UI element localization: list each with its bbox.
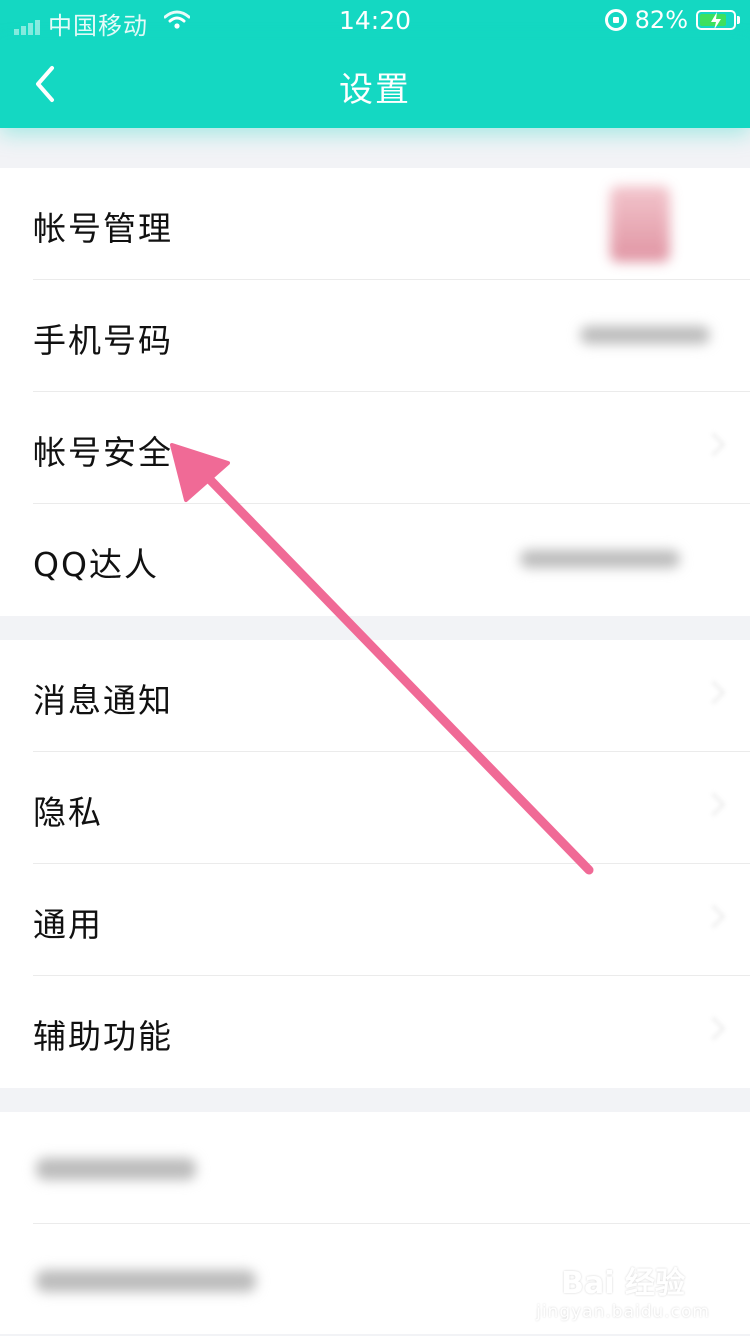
watermark: Bai 经验 jingyan.baidu.com bbox=[536, 1258, 710, 1322]
settings-group-general: 消息通知 隐私 通用 辅助功能 bbox=[0, 640, 750, 1088]
navigation-bar: 设置 bbox=[0, 40, 750, 128]
settings-item-label: QQ达人 bbox=[33, 545, 159, 584]
chevron-right-icon bbox=[701, 680, 726, 705]
settings-item-label: 通用 bbox=[33, 905, 103, 944]
settings-item-label: 消息通知 bbox=[33, 681, 173, 720]
avatar bbox=[610, 186, 670, 262]
blurred-label bbox=[36, 1270, 256, 1292]
watermark-url: jingyan.baidu.com bbox=[536, 1302, 710, 1322]
chevron-right-icon bbox=[701, 792, 726, 817]
battery-charging-icon bbox=[696, 10, 740, 30]
settings-item-notifications[interactable]: 消息通知 bbox=[0, 640, 750, 752]
settings-item-label: 帐号管理 bbox=[33, 209, 173, 248]
page-title: 设置 bbox=[339, 70, 411, 110]
settings-item-label: 隐私 bbox=[33, 793, 103, 832]
rotation-lock-icon bbox=[604, 9, 627, 31]
status-bar: 中国移动 14:20 82% bbox=[0, 0, 750, 40]
status-right: 82% bbox=[604, 6, 740, 34]
settings-item-label: 帐号安全 bbox=[33, 433, 173, 472]
blurred-label bbox=[36, 1158, 196, 1180]
chevron-right-icon bbox=[701, 904, 726, 929]
blurred-value bbox=[520, 550, 680, 568]
settings-item-qq-master[interactable]: QQ达人 bbox=[0, 504, 750, 616]
settings-item-label: 辅助功能 bbox=[33, 1017, 173, 1056]
chevron-right-icon bbox=[701, 432, 726, 457]
blurred-value bbox=[580, 326, 710, 344]
settings-item-general[interactable]: 通用 bbox=[0, 864, 750, 976]
settings-item-phone-number[interactable]: 手机号码 bbox=[0, 280, 750, 392]
watermark-brand: Bai 经验 bbox=[561, 1266, 685, 1301]
settings-item-account-security[interactable]: 帐号安全 bbox=[0, 392, 750, 504]
settings-item-blurred[interactable] bbox=[0, 1112, 750, 1224]
settings-item-account-management[interactable]: 帐号管理 bbox=[0, 168, 750, 280]
settings-item-accessibility[interactable]: 辅助功能 bbox=[0, 976, 750, 1088]
settings-item-label: 手机号码 bbox=[33, 321, 173, 360]
battery-percent: 82% bbox=[634, 6, 688, 34]
settings-group-account: 帐号管理 手机号码 帐号安全 QQ达人 bbox=[0, 168, 750, 616]
settings-item-privacy[interactable]: 隐私 bbox=[0, 752, 750, 864]
chevron-right-icon bbox=[701, 1016, 726, 1041]
